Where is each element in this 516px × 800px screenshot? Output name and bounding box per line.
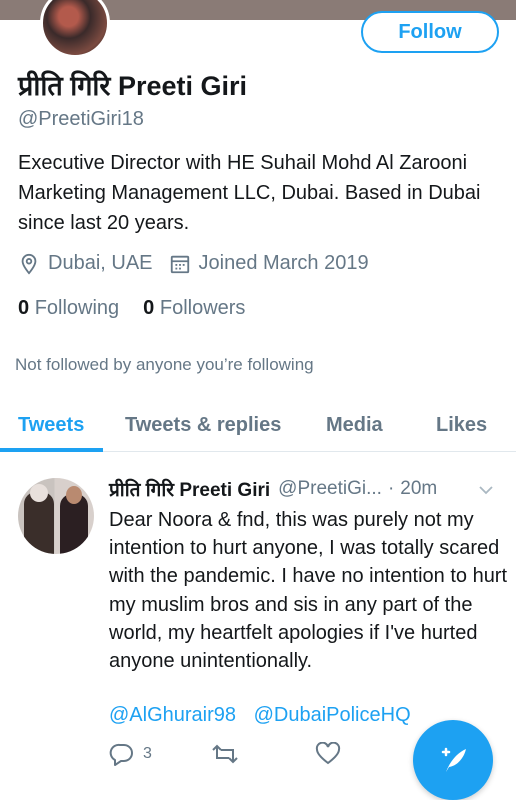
following-number: 0 — [18, 297, 30, 319]
profile-meta: Dubai, UAE Joined March 2019 — [18, 252, 385, 275]
profile-handle: @PreetiGiri18 — [18, 108, 144, 130]
compose-tweet-icon — [441, 747, 466, 772]
tab-tweets[interactable]: Tweets — [18, 414, 84, 437]
reply-button[interactable]: 3 — [109, 742, 211, 766]
tweet-actions: 3 — [109, 742, 341, 766]
following-count[interactable]: 0 Following — [18, 297, 119, 320]
calendar-icon — [170, 255, 189, 273]
tweet-avatar[interactable] — [18, 478, 94, 554]
not-followed-note: Not followed by anyone you’re following — [15, 355, 314, 374]
tweet-author-name[interactable]: प्रीति गिरि Preeti Giri — [109, 476, 270, 502]
tweet-separator: · — [387, 478, 395, 499]
mention-link[interactable]: @DubaiPoliceHQ — [254, 704, 411, 726]
active-tab-indicator — [0, 448, 103, 452]
location-item: Dubai, UAE — [18, 252, 153, 275]
followers-number: 0 — [143, 297, 155, 319]
profile-bio: Executive Director with HE Suhail Mohd A… — [18, 152, 481, 234]
profile-avatar[interactable] — [40, 0, 110, 58]
avatar-head-left — [30, 484, 48, 502]
joined-item: Joined March 2019 — [169, 252, 369, 275]
tweet-header: प्रीति गिरि Preeti Giri @PreetiGi... · 2… — [109, 476, 437, 502]
like-button[interactable] — [315, 742, 341, 766]
profile-name: प्रीति गिरि Preeti Giri — [18, 71, 248, 101]
tweet-author-handle[interactable]: @PreetiGi... — [278, 478, 382, 500]
tweet-mentions: @AlGhurair98 @DubaiPoliceHQ — [109, 704, 423, 727]
following-label: Following — [34, 297, 120, 319]
follow-counts: 0 Following 0 Followers — [18, 297, 269, 320]
followers-label: Followers — [159, 297, 246, 319]
retweet-button[interactable] — [211, 742, 315, 766]
tweet-time[interactable]: 20m — [400, 478, 437, 500]
chevron-down-icon[interactable] — [478, 482, 494, 498]
profile-tabs: Tweets Tweets & replies Media Likes — [0, 400, 516, 452]
tab-likes[interactable]: Likes — [436, 414, 487, 437]
compose-tweet-button[interactable] — [413, 720, 493, 800]
heart-icon — [315, 742, 341, 765]
follow-button[interactable]: Follow — [361, 11, 499, 53]
joined-text: Joined March 2019 — [198, 252, 369, 274]
tweet-text: Dear Noora & fnd, this was purely not my… — [109, 509, 508, 673]
reply-icon — [109, 743, 133, 766]
location-text: Dubai, UAE — [48, 252, 153, 274]
location-pin-icon — [21, 253, 37, 275]
reply-count: 3 — [143, 745, 152, 762]
followers-count[interactable]: 0 Followers — [143, 297, 245, 320]
retweet-icon — [212, 744, 238, 764]
avatar-head-right — [66, 486, 82, 504]
tab-media[interactable]: Media — [326, 414, 383, 437]
mention-link[interactable]: @AlGhurair98 — [109, 704, 236, 726]
tab-tweets-replies[interactable]: Tweets & replies — [125, 414, 281, 437]
